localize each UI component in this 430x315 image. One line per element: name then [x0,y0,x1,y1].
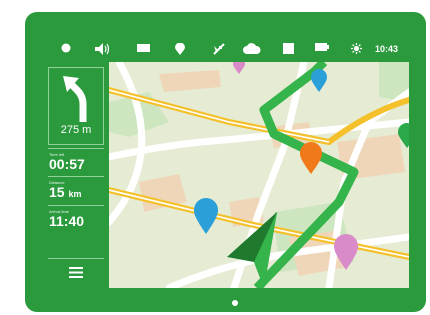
battery-icon [315,43,329,51]
map-view[interactable] [109,62,409,288]
screen: 10:43 275 m Time left 00:57 Distance 15 … [43,38,409,288]
turn-instruction[interactable]: 275 m [48,67,104,145]
message-icon[interactable] [137,43,150,53]
arrival-value: 11:40 [49,213,85,229]
hamburger-icon [69,267,83,278]
divider [48,176,104,177]
time-left-value: 00:57 [49,156,85,172]
navigation-panel: 275 m Time left 00:57 Distance 15 km Arr… [43,62,109,288]
divider [48,205,104,206]
record-icon[interactable] [61,43,71,53]
time-left-label: Time left [49,152,65,157]
cloud-icon[interactable] [243,43,261,54]
volume-icon[interactable] [95,43,111,55]
distance-value: 15 [49,184,65,200]
distance-block: Distance 15 km [49,180,81,202]
location-icon[interactable] [175,43,185,55]
turn-distance: 275 m [60,124,92,136]
menu-button[interactable] [48,258,104,285]
brightness-icon[interactable] [351,43,362,54]
divider [48,148,104,149]
time-left-block: Time left 00:57 [49,152,85,172]
arrival-block: Arrival time 11:40 [49,209,84,229]
home-button[interactable] [232,300,238,306]
turn-left-arrow-icon [63,76,87,122]
distance-unit: km [68,189,82,199]
satellite-icon[interactable] [213,43,225,55]
stop-icon[interactable] [283,43,294,54]
clock: 10:43 [375,44,399,54]
arrival-label: Arrival time [49,209,70,214]
distance-label: Distance [49,180,65,185]
status-bar: 10:43 [43,38,409,62]
